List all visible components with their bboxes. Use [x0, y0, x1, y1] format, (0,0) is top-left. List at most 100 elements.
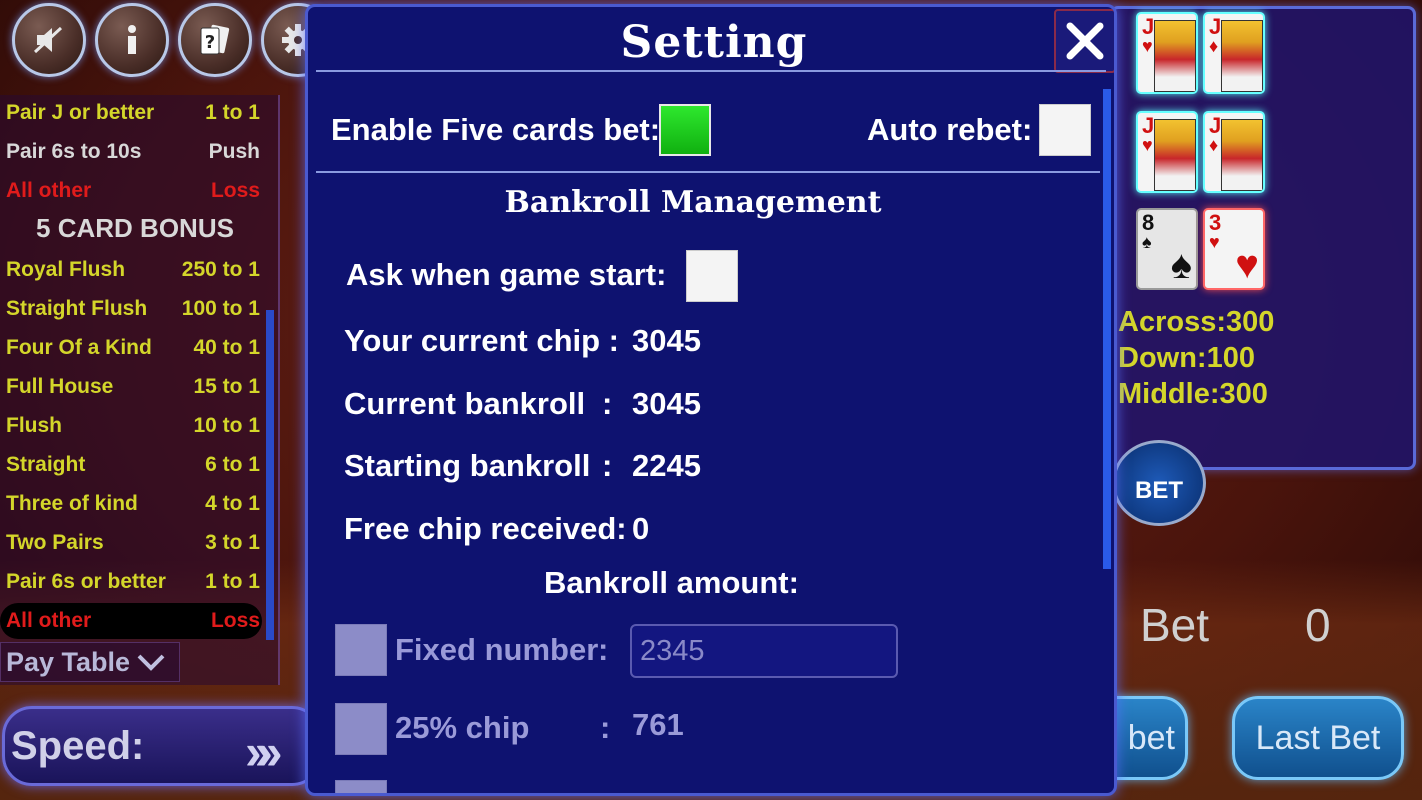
pay-table-row: Pair 6s to 10s Push: [6, 134, 260, 170]
pay-table-row: All other Loss: [6, 173, 260, 209]
hand-name: Three of kind: [6, 492, 138, 515]
auto-rebet-checkbox[interactable]: [1039, 104, 1091, 156]
auto-rebet-label: Auto rebet:: [867, 112, 1033, 147]
bankroll-management-title: Bankroll Management: [504, 185, 882, 220]
next-option-checkbox[interactable]: [335, 780, 387, 793]
last-bet-button[interactable]: Last Bet: [1232, 696, 1404, 780]
colon-separator: :: [600, 710, 611, 745]
hand-name: Royal Flush: [6, 258, 126, 281]
pay-table-row: Four Of a Kind 40 to 1: [6, 330, 260, 366]
mute-button[interactable]: [12, 3, 86, 77]
hand-name: Four Of a Kind: [6, 336, 152, 359]
jack-face-art: [1154, 20, 1196, 92]
middle-bet-chip[interactable]: BET: [1112, 440, 1206, 526]
pay-table-row: Straight 6 to 1: [6, 447, 260, 483]
pct25-value: 761: [632, 707, 684, 742]
jack-face-art: [1221, 119, 1263, 191]
current-chip-label: Your current chip :: [344, 323, 620, 358]
pay-table-toggle-label: Pay Table: [6, 646, 131, 677]
playing-card[interactable]: J ♥: [1136, 111, 1198, 193]
starting-bankroll-label: Starting bankroll: [344, 448, 591, 483]
pct25-label: 25% chip: [395, 710, 530, 745]
title-divider: [316, 70, 1106, 72]
hand-payout: Loss: [210, 179, 260, 202]
hand-payout: 250 to 1: [181, 258, 260, 281]
pay-table-row: Pair 6s or better 1 to 1: [6, 564, 260, 600]
speed-label: Speed:: [11, 723, 145, 768]
hand-name: Two Pairs: [6, 531, 104, 554]
hand-payout: 15 to 1: [193, 375, 260, 398]
fixed-number-checkbox[interactable]: [335, 624, 387, 676]
playing-card[interactable]: J ♥: [1136, 12, 1198, 94]
info-icon: [128, 25, 136, 54]
playing-card[interactable]: 3 ♥ ♥: [1203, 208, 1265, 290]
ask-when-start-label: Ask when game start:: [346, 257, 667, 292]
fixed-number-input[interactable]: [630, 624, 898, 678]
close-icon: [1066, 22, 1104, 60]
pay-table-row: Full House 15 to 1: [6, 369, 260, 405]
fixed-number-label: Fixed number: [395, 632, 599, 667]
hand-payout: 4 to 1: [205, 492, 260, 515]
pay-table-scrollbar[interactable]: [266, 310, 274, 640]
playing-card[interactable]: J ♦: [1203, 111, 1265, 193]
hand-name: Pair J or better: [6, 101, 155, 124]
pay-table-toggle[interactable]: Pay Table: [0, 642, 180, 682]
pay-table-panel: Pair J or better 1 to 1 Pair 6s to 10s P…: [0, 95, 280, 685]
settings-dialog: Setting Enable Five cards bet: Auto rebe…: [305, 4, 1117, 796]
settings-scrollbar[interactable]: [1103, 89, 1111, 569]
hand-name: Flush: [6, 414, 62, 437]
pay-table-row: Pair J or better 1 to 1: [6, 95, 260, 131]
hand-payout: 6 to 1: [205, 453, 260, 476]
hand-payout: 1 to 1: [205, 570, 260, 593]
colon-separator: :: [602, 448, 613, 483]
jack-face-art: [1154, 119, 1196, 191]
hand-payout: Loss: [210, 609, 260, 632]
fast-forward-icon[interactable]: »»: [245, 723, 282, 781]
playing-card[interactable]: J ♦: [1203, 12, 1265, 94]
current-chip-value: 3045: [632, 323, 701, 358]
pay-table-row: Three of kind 4 to 1: [6, 486, 260, 522]
close-button[interactable]: [1054, 9, 1114, 73]
middle-bet-chip-label: BET: [1135, 477, 1183, 504]
colon-separator: :: [598, 632, 609, 667]
speaker-muted-icon: [33, 26, 63, 54]
help-cards-icon: ?: [200, 24, 230, 55]
free-chip-value: 0: [632, 511, 650, 546]
hand-payout: 1 to 1: [205, 101, 260, 124]
speed-control[interactable]: Speed: »»: [2, 706, 322, 786]
hand-name: All other: [6, 609, 92, 632]
last-bet-button-label: Last Bet: [1255, 718, 1381, 757]
chevron-down-icon: [137, 654, 165, 671]
bet-value: 0: [1305, 599, 1331, 651]
pay-table-row: Flush 10 to 1: [6, 408, 260, 444]
help-button[interactable]: ?: [178, 3, 252, 77]
hand-name: Straight Flush: [6, 297, 148, 320]
enable-five-cards-checkbox[interactable]: [659, 104, 711, 156]
current-bankroll-value: 3045: [632, 386, 701, 421]
pay-table-row: Royal Flush 250 to 1: [6, 252, 260, 288]
ask-when-start-checkbox[interactable]: [686, 250, 738, 302]
card-suit: ♥: [1142, 36, 1153, 56]
settings-title: Setting: [620, 17, 808, 68]
rebet-button-label: bet: [1127, 718, 1175, 757]
info-button[interactable]: [95, 3, 169, 77]
card-suit: ♦: [1209, 135, 1219, 155]
hand-name: All other: [6, 179, 92, 202]
card-suit: ♠: [1142, 232, 1152, 252]
free-chip-label: Free chip received:: [344, 511, 627, 546]
hand-payout: Push: [208, 140, 260, 163]
colon-separator: :: [602, 386, 613, 421]
hand-name: Pair 6s to 10s: [6, 140, 142, 163]
pct25-checkbox[interactable]: [335, 703, 387, 755]
starting-bankroll-value: 2245: [632, 448, 701, 483]
pay-table-row: All other Loss: [6, 603, 260, 639]
enable-five-cards-label: Enable Five cards bet:: [331, 112, 661, 147]
down-score: Down:100: [1118, 342, 1255, 374]
card-suit: ♦: [1209, 36, 1219, 56]
pay-table-row: Straight Flush 100 to 1: [6, 291, 260, 327]
pay-table-row: Two Pairs 3 to 1: [6, 525, 260, 561]
jack-face-art: [1221, 20, 1263, 92]
hand-name: Straight: [6, 453, 86, 476]
bet-label: Bet: [1140, 599, 1210, 651]
playing-card[interactable]: 8 ♠ ♠: [1136, 208, 1198, 290]
